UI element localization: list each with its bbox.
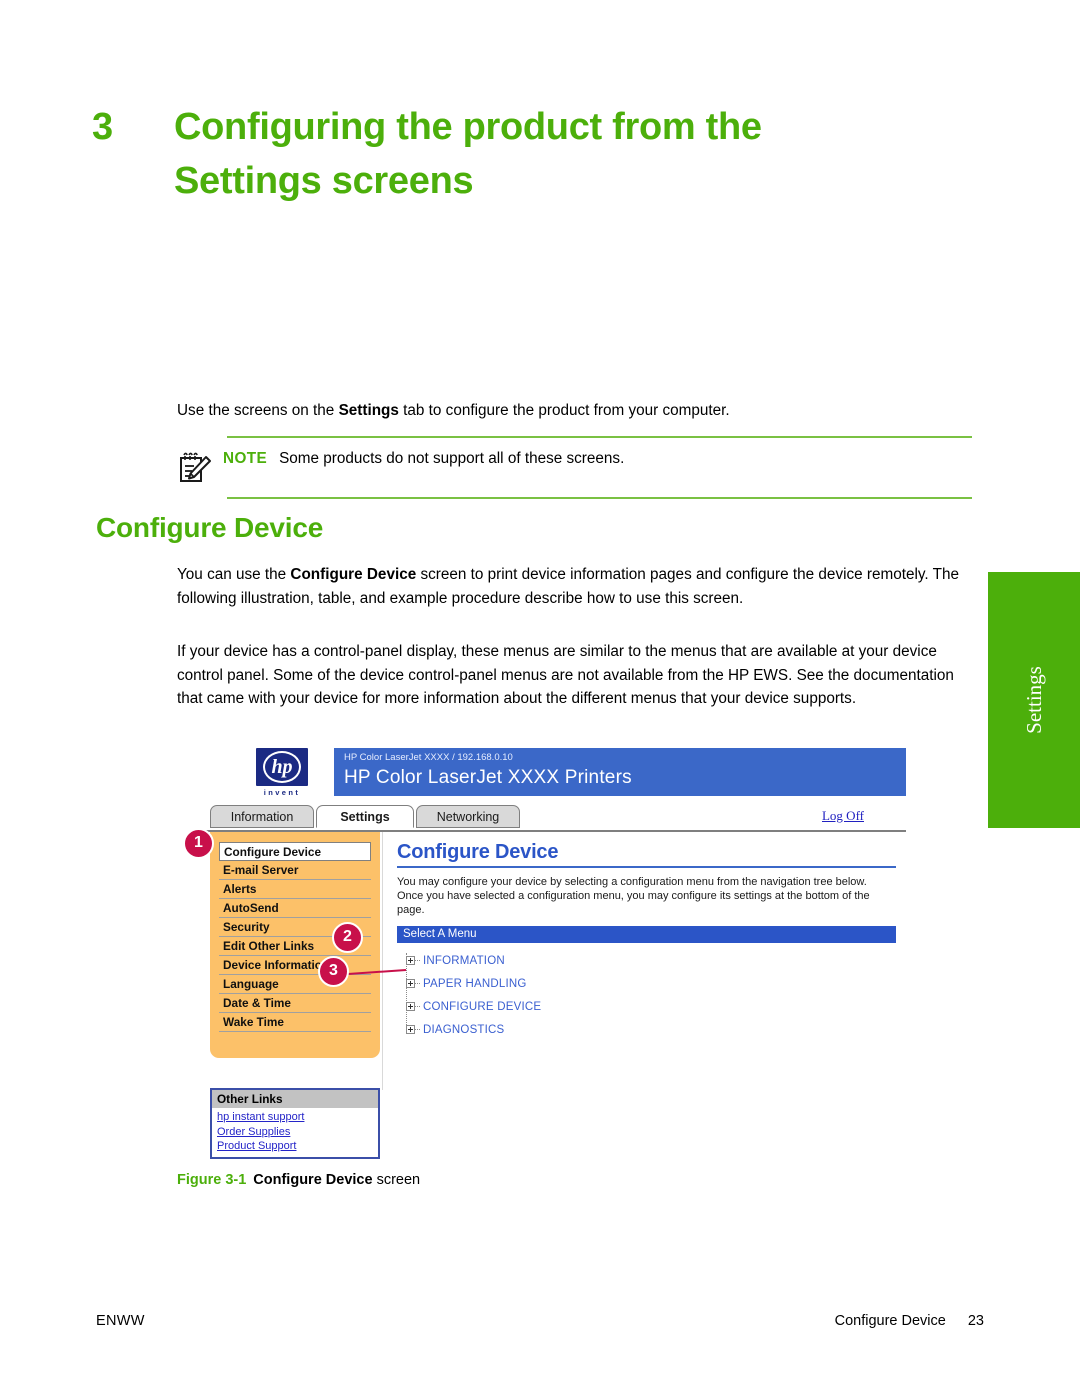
tree-item-paper-handling[interactable]: PAPER HANDLING bbox=[401, 972, 896, 995]
callout-badge-3: 3 bbox=[318, 956, 349, 987]
tree-item-configure-device[interactable]: CONFIGURE DEVICE bbox=[401, 995, 896, 1018]
footer-right: Configure Device 23 bbox=[835, 1313, 984, 1329]
sidebar-item-language[interactable]: Language bbox=[219, 975, 371, 994]
sidebar-item-configure-device[interactable]: Configure Device bbox=[219, 842, 371, 861]
tree-item-diagnostics[interactable]: DIAGNOSTICS bbox=[401, 1018, 896, 1041]
side-tab-label: Settings bbox=[1021, 666, 1046, 734]
callout-badge-1: 1 bbox=[183, 828, 214, 859]
intro-text-after: tab to configure the product from your c… bbox=[398, 402, 730, 419]
tree-connector bbox=[415, 1029, 420, 1030]
link-product-support[interactable]: Product Support bbox=[217, 1139, 378, 1154]
sidebar-item-autosend[interactable]: AutoSend bbox=[219, 899, 371, 918]
content-title-rule bbox=[397, 866, 896, 868]
chapter-title: Configuring the product from the Setting… bbox=[174, 106, 762, 202]
section-heading: Configure Device bbox=[96, 512, 324, 543]
ews-screenshot-figure: hp invent HP Color LaserJet XXXX / 192.1… bbox=[206, 748, 906, 1160]
plus-box-icon[interactable] bbox=[406, 1025, 415, 1034]
figure-label: Figure 3-1 bbox=[177, 1172, 247, 1188]
hp-logo-square: hp bbox=[256, 748, 308, 786]
side-tab-settings: Settings bbox=[988, 572, 1080, 828]
navigation-tree: INFORMATION PAPER HANDLING CONFIGURE DEV… bbox=[397, 949, 896, 1041]
tree-label-information: INFORMATION bbox=[423, 954, 505, 967]
para1-before: You can use the bbox=[177, 566, 291, 583]
intro-text-before: Use the screens on the bbox=[177, 402, 339, 419]
figure-caption: Figure 3-1 Configure Device screen bbox=[177, 1172, 420, 1188]
intro-paragraph: Use the screens on the Settings tab to c… bbox=[177, 400, 977, 422]
sidebar-item-wake-time[interactable]: Wake Time bbox=[219, 1013, 371, 1032]
tree-label-configure-device: CONFIGURE DEVICE bbox=[423, 1000, 542, 1013]
other-links-panel: Other Links hp instant support Order Sup… bbox=[210, 1088, 380, 1159]
plus-box-icon[interactable] bbox=[406, 956, 415, 965]
ews-banner-title: HP Color LaserJet XXXX Printers bbox=[344, 767, 632, 788]
intro-bold-term: Settings bbox=[338, 402, 399, 419]
plus-box-icon[interactable] bbox=[406, 979, 415, 988]
content-title: Configure Device bbox=[397, 841, 559, 863]
link-order-supplies[interactable]: Order Supplies bbox=[217, 1125, 378, 1140]
tree-connector bbox=[415, 960, 420, 961]
link-hp-instant-support[interactable]: hp instant support bbox=[217, 1110, 378, 1125]
figure-title-bold: Configure Device bbox=[253, 1172, 373, 1188]
log-off-link[interactable]: Log Off bbox=[822, 808, 864, 824]
ews-header: hp invent HP Color LaserJet XXXX / 192.1… bbox=[206, 748, 906, 802]
ews-banner-subtitle: HP Color LaserJet XXXX / 192.168.0.10 bbox=[344, 752, 513, 763]
tab-networking[interactable]: Networking bbox=[416, 805, 520, 828]
hp-logo: hp invent bbox=[248, 748, 316, 797]
tree-item-information[interactable]: INFORMATION bbox=[401, 949, 896, 972]
tab-information[interactable]: Information bbox=[210, 805, 314, 828]
sidebar-item-date-time[interactable]: Date & Time bbox=[219, 994, 371, 1013]
tree-label-paper-handling: PAPER HANDLING bbox=[423, 977, 527, 990]
callout-leader-line bbox=[348, 969, 407, 975]
hp-logo-letters: hp bbox=[271, 756, 293, 778]
note-label: NOTE bbox=[223, 450, 268, 467]
note-pencil-icon bbox=[177, 450, 223, 488]
note-rule-top bbox=[227, 436, 972, 438]
other-links-header: Other Links bbox=[212, 1090, 378, 1108]
tab-settings[interactable]: Settings bbox=[316, 805, 414, 828]
note-text: Some products do not support all of thes… bbox=[279, 450, 625, 467]
footer-section-name: Configure Device bbox=[834, 1313, 946, 1329]
sidebar-item-email-server[interactable]: E-mail Server bbox=[219, 861, 371, 880]
tree-connector bbox=[415, 1006, 420, 1007]
tree-label-diagnostics: DIAGNOSTICS bbox=[423, 1023, 505, 1036]
chapter-number: 3 bbox=[92, 106, 114, 148]
body-paragraph-1: You can use the Configure Device screen … bbox=[177, 563, 977, 610]
body-paragraph-2: If your device has a control-panel displ… bbox=[177, 643, 954, 707]
chapter-heading: 3 Configuring the product from the Setti… bbox=[92, 100, 912, 208]
ews-tab-bar: Information Settings Networking Log Off bbox=[206, 805, 906, 832]
note-rule-bottom bbox=[227, 497, 972, 499]
ews-body: Configure Device E-mail Server Alerts Au… bbox=[206, 832, 906, 1090]
sidebar-item-alerts[interactable]: Alerts bbox=[219, 880, 371, 899]
content-description: You may configure your device by selecti… bbox=[397, 876, 870, 916]
para1-bold-term: Configure Device bbox=[290, 566, 417, 583]
footer-page-number: 23 bbox=[967, 1313, 984, 1329]
plus-box-icon[interactable] bbox=[406, 1002, 415, 1011]
note-callout: NOTE Some products do not support all of… bbox=[177, 436, 972, 499]
tree-connector bbox=[415, 983, 420, 984]
ews-content-pane: Configure Device You may configure your … bbox=[382, 832, 906, 1090]
callout-badge-2: 2 bbox=[332, 922, 363, 953]
footer-locale: ENWW bbox=[96, 1313, 145, 1329]
hp-logo-tagline: invent bbox=[263, 788, 301, 797]
figure-title-rest: screen bbox=[372, 1172, 421, 1188]
select-a-menu-bar: Select A Menu bbox=[397, 926, 896, 943]
ews-product-banner: HP Color LaserJet XXXX / 192.168.0.10 HP… bbox=[334, 748, 906, 796]
